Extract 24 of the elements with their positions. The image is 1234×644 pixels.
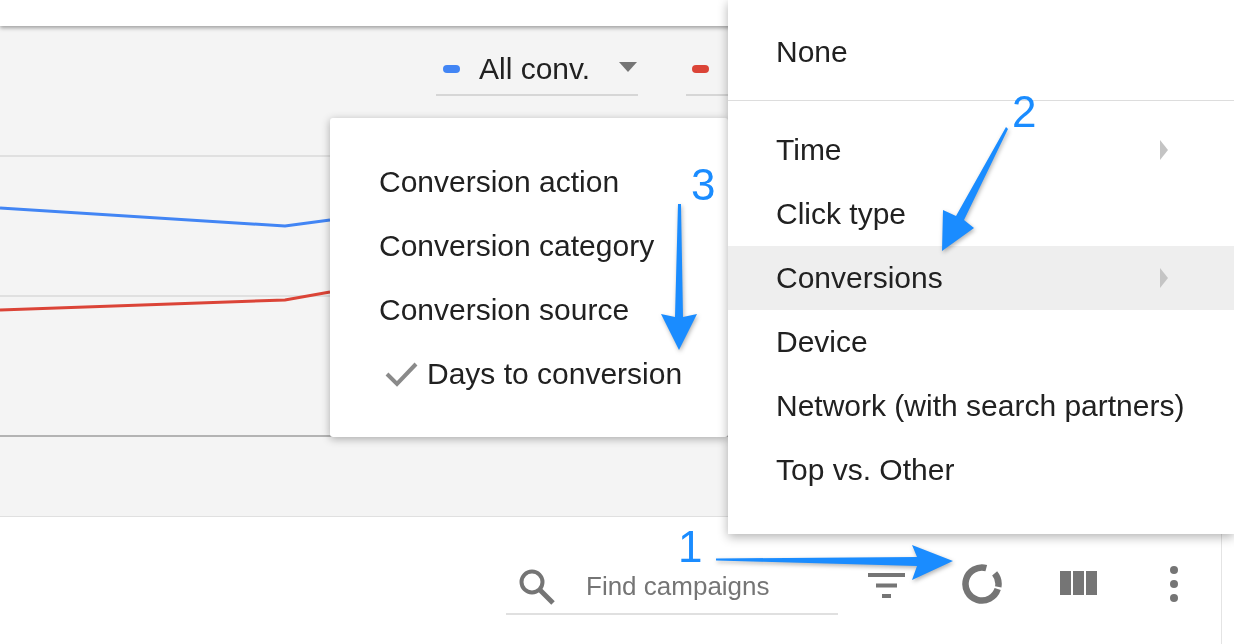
menu-item[interactable]: Conversion category bbox=[330, 223, 655, 269]
metric-dropdown[interactable]: All conv. bbox=[436, 44, 638, 96]
menu-item[interactable]: None bbox=[728, 20, 1234, 84]
menu-item[interactable]: Click type bbox=[728, 182, 1234, 246]
menu-item[interactable]: Conversions bbox=[728, 246, 1234, 310]
menu-item[interactable]: Network (with search partners) bbox=[728, 374, 1234, 438]
caret-icon bbox=[619, 62, 637, 72]
columns-icon[interactable] bbox=[1060, 571, 1097, 595]
ring-icon[interactable] bbox=[962, 564, 1002, 604]
search-field[interactable]: Find campaigns bbox=[586, 572, 776, 600]
more-icon[interactable] bbox=[1170, 566, 1178, 602]
search-icon[interactable] bbox=[518, 567, 555, 605]
menu-item[interactable]: Days to conversion bbox=[330, 351, 683, 397]
step-number: 3 bbox=[691, 167, 716, 203]
menu-item[interactable]: Top vs. Other bbox=[728, 438, 1234, 502]
arrow-icon bbox=[661, 203, 698, 351]
menu-item[interactable]: Conversion source bbox=[330, 287, 630, 333]
arrow-icon bbox=[941, 126, 1009, 252]
menu-item[interactable]: Device bbox=[728, 310, 1234, 374]
step-number: 1 bbox=[678, 529, 703, 565]
checkmark-icon bbox=[385, 361, 418, 387]
menu-item[interactable]: Conversion action bbox=[330, 159, 620, 205]
step-number: 2 bbox=[1012, 94, 1037, 130]
filter-icon[interactable] bbox=[868, 573, 905, 598]
